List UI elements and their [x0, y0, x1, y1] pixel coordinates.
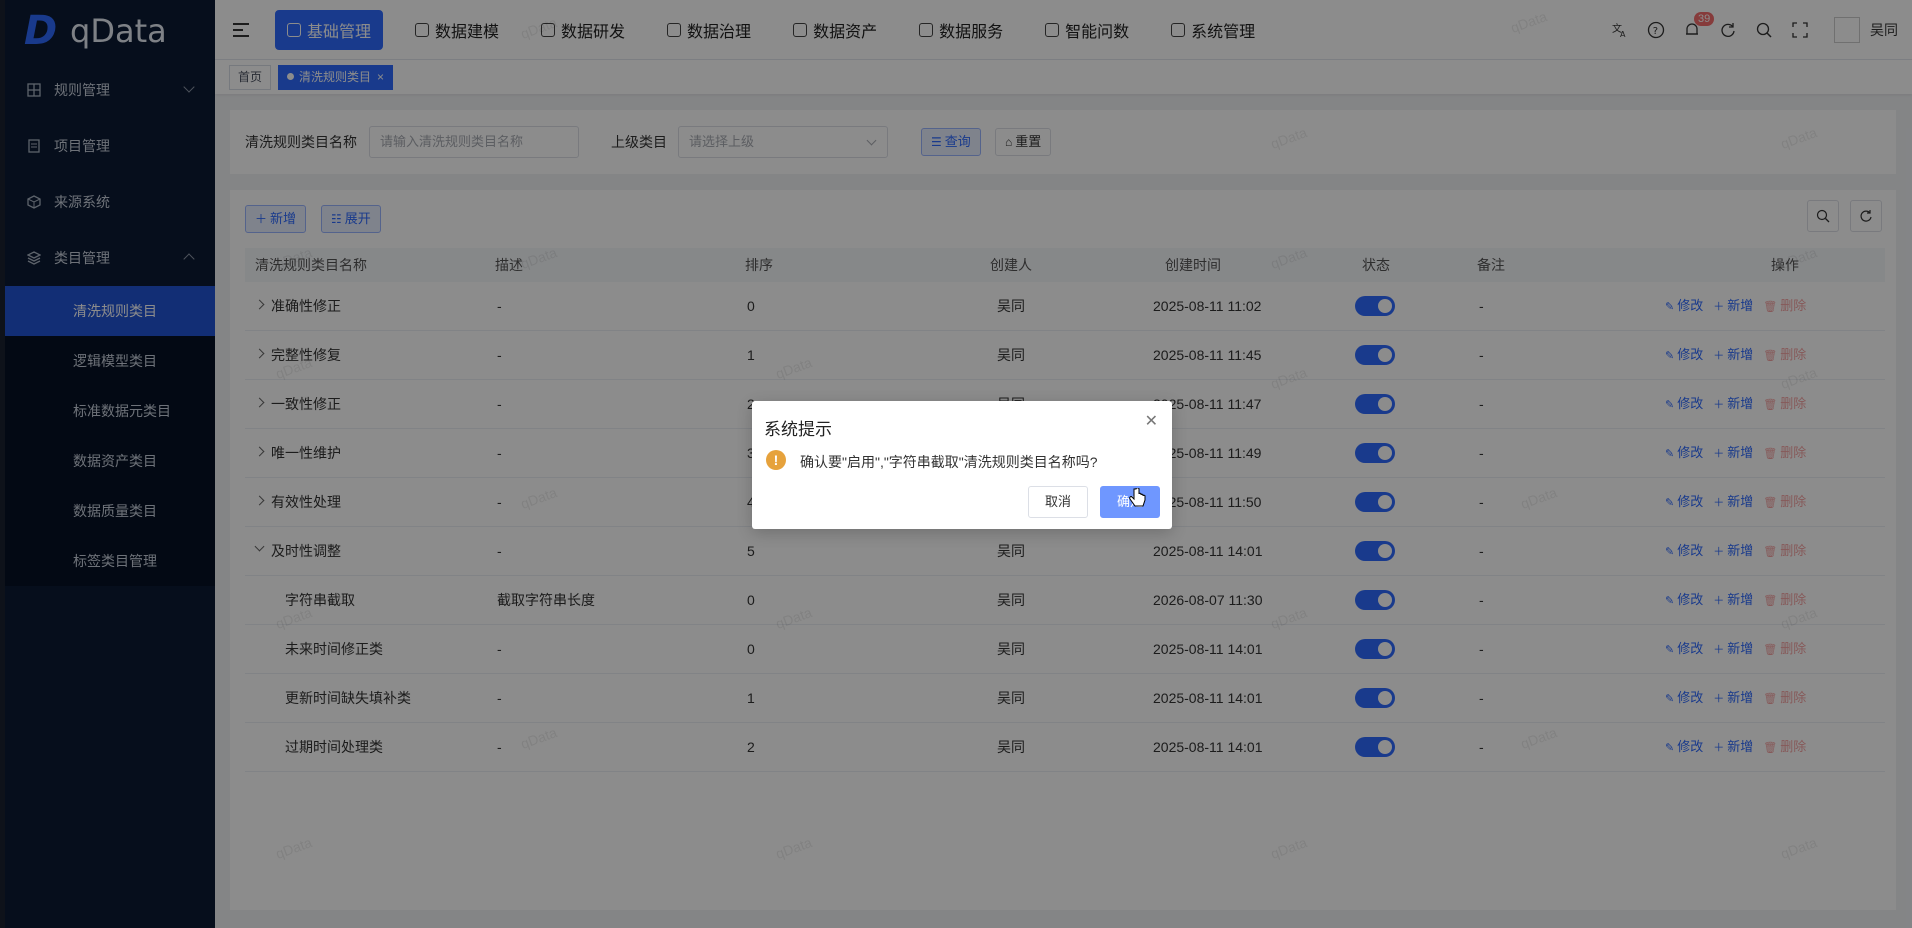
cancel-button[interactable]: 取消	[1028, 486, 1088, 518]
dialog-title: 系统提示	[764, 420, 832, 439]
dialog-message: 确认要"启用","字符串截取"清洗规则类目名称吗?	[800, 454, 1098, 470]
confirm-dialog: 系统提示 ✕ ! 确认要"启用","字符串截取"清洗规则类目名称吗? 取消 确定	[752, 401, 1172, 529]
close-icon[interactable]: ✕	[1145, 411, 1158, 431]
hand-pointer-icon	[1129, 488, 1146, 507]
warning-icon: !	[766, 450, 786, 470]
